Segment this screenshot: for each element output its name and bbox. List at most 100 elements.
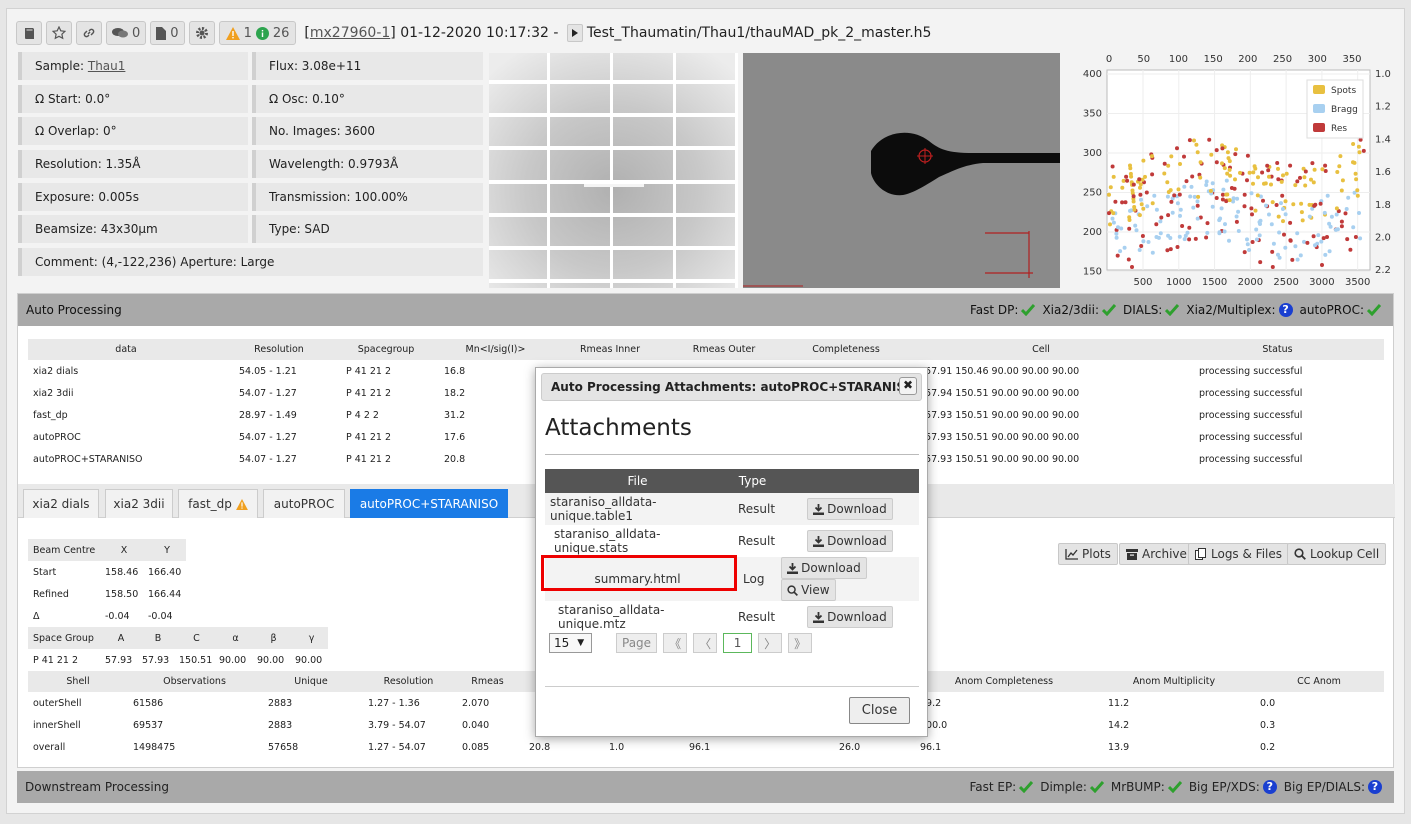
diffraction-image[interactable] [489,53,738,288]
data-point [1270,249,1275,254]
transmission-field: Transmission: 100.00% [252,183,483,211]
next-page-button[interactable]: 〉 [758,633,783,653]
left-tick-label: 350 [1083,109,1102,120]
play-button[interactable] [566,24,583,42]
warnings-count: 1 [243,25,252,41]
plots-button[interactable]: Plots [1058,543,1118,565]
data-point [1158,231,1163,236]
data-point [1267,212,1271,217]
data-point [1187,225,1192,230]
table-row: staraniso_alldata-unique.stats Result Do… [545,525,919,557]
warnings-info-button[interactable]: 1 26 [218,21,297,45]
dialog-close-x-button[interactable]: ✖ [899,377,917,395]
cell-resolution: 54.05 - 1.21 [239,365,297,377]
tab-autoproc[interactable]: autoPROC [263,489,345,518]
archive-button[interactable]: Archive [1119,543,1194,565]
data-point [1111,220,1116,225]
files-button[interactable]: 0 [150,21,185,45]
comments-button[interactable]: 0 [106,21,147,45]
tab-xia2-dials[interactable]: xia2 dials [23,489,99,518]
data-point [1143,174,1147,179]
data-point [1356,144,1361,149]
data-point [1210,181,1215,186]
data-point [1271,241,1276,246]
settings-button[interactable] [188,21,215,45]
beam-x-value: -0.04 [105,610,130,622]
data-point [1321,236,1326,241]
downstream-processing-header[interactable]: Downstream Processing Fast EP: Dimple: M… [17,771,1394,803]
download-button[interactable]: Download [781,557,867,579]
link-button[interactable] [76,21,102,45]
data-point [1165,194,1170,199]
attachment-file: staraniso_alldata-unique.stats [554,527,661,555]
data-point [1250,240,1255,244]
page-size-select[interactable]: 15 ▼ [549,633,592,653]
left-tick-label: 400 [1083,69,1102,80]
bottom-tick-label: 3500 [1345,277,1370,288]
data-point [1219,206,1224,211]
data-point [1115,253,1120,258]
data-point [1131,182,1136,187]
data-point [1217,218,1222,223]
first-page-button[interactable]: 《 [663,633,688,653]
check-icon [1019,781,1034,793]
crystal-snapshot[interactable] [743,53,1060,288]
dimple-label: Dimple: [1040,780,1087,794]
book-button[interactable] [16,21,42,45]
table-row: staraniso_alldata-unique.mtz Result Down… [545,601,919,633]
data-point [1357,211,1361,215]
data-point [1137,248,1142,252]
dialog-titlebar[interactable]: Auto Processing Attachments: autoPROC+ST… [541,373,922,401]
data-point [1276,214,1281,219]
downstream-title: Downstream Processing [25,780,169,794]
top-tick-label: 350 [1342,54,1361,65]
data-point [1313,243,1317,248]
data-point [1110,164,1115,169]
data-point [1114,235,1119,240]
cell-status: processing successful [1199,409,1303,421]
data-point [1182,154,1186,159]
table-row: P 41 21 2 57.93 57.93 150.51 90.00 90.00… [28,649,328,671]
logs-files-button[interactable]: Logs & Files [1188,543,1290,565]
session-link[interactable]: mx27960-1 [310,25,390,41]
double-chevron-right-icon: 》 [794,636,807,651]
tab-autoproc-staraniso[interactable]: autoPROC+STARANISO [350,489,508,518]
download-button[interactable]: Download [807,498,893,520]
view-button[interactable]: View [781,579,836,601]
sample-link[interactable]: Thau1 [88,59,126,73]
data-point [1266,168,1271,173]
data-point [1354,177,1359,182]
last-page-button[interactable]: 》 [788,633,813,653]
data-point [1221,187,1226,192]
data-point [1141,239,1146,244]
download-button[interactable]: Download [807,530,893,552]
alpha-header: α [214,627,252,649]
data-point [1225,192,1230,197]
favourite-button[interactable] [46,21,72,45]
data-point [1118,249,1123,254]
data-point [1131,199,1136,204]
data-point [1257,233,1262,238]
data-point [1122,245,1127,250]
cell-observations: 61586 [133,697,164,709]
tab-fast-dp[interactable]: fast_dp [178,489,258,518]
download-button[interactable]: Download [807,606,893,628]
current-page[interactable]: 1 [723,633,753,653]
data-point [1227,198,1232,203]
tab-xia2-3dii[interactable]: xia2 3dii [105,489,173,518]
lookup-cell-button[interactable]: Lookup Cell [1287,543,1387,565]
col-header-anom-multiplicity: Anom Multiplicity [1094,671,1254,692]
prev-page-button[interactable]: 〈 [693,633,718,653]
data-point [1282,232,1286,237]
page-label: Page [616,633,658,653]
data-point [1346,195,1351,200]
legend-swatch [1313,85,1325,94]
bottom-tick-label: 3000 [1309,277,1334,288]
data-point [1355,193,1360,198]
data-point [1288,163,1293,168]
cell-hidden: 26.0 [839,741,861,753]
close-button[interactable]: Close [849,697,910,724]
check-icon [1367,304,1381,316]
data-point [1254,227,1259,232]
col-header-spacegroup: Spacegroup [334,339,438,360]
